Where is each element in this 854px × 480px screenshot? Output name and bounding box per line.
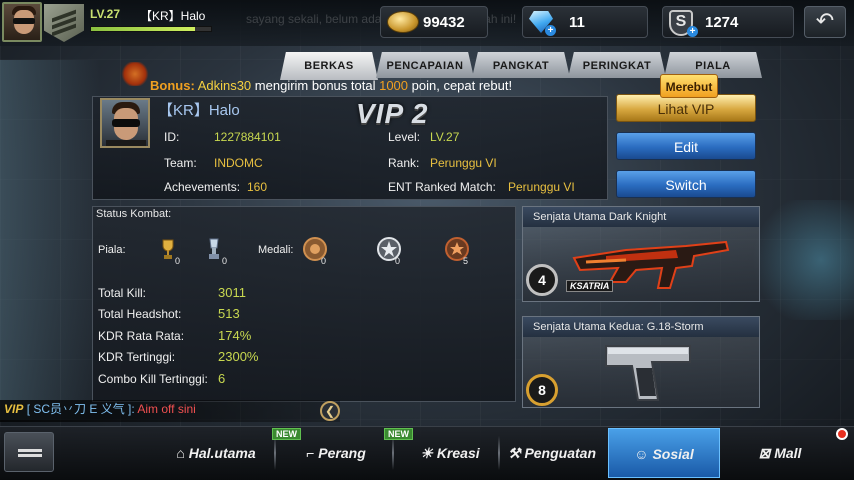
chat-bar[interactable]: VIP [ SC员丷刀 E 义气 ]: Aim off sini [0,400,340,422]
vip-level: VIP 2 [356,98,429,129]
people-icon: ☺ [634,446,649,462]
nav-social[interactable]: ☺ Sosial [608,428,720,478]
team-value: INDOMC [214,156,263,170]
player-avatar[interactable] [2,2,42,42]
medal-count-3: 5 [463,256,469,266]
tab-berkas[interactable]: BERKAS [280,52,378,80]
new-badge-create: NEW [384,428,413,440]
diamond-currency[interactable]: + 11 [522,6,648,38]
background-light-left [0,60,100,420]
tab-pangkat[interactable]: PANGKAT [472,52,570,78]
notification-dot [836,428,848,440]
id-label: ID: [164,130,180,144]
team-label: Team: [164,156,197,170]
chat-channel: [ SC员丷刀 E 义气 ]: [26,402,135,416]
secondary-weapon-title: Senjata Utama Kedua: G.18-Storm [523,317,759,337]
combat-stats-title: Status Kombat: [96,208,172,220]
combo-kill-value: 6 [218,371,226,386]
back-arrow-icon: ↶ [815,8,835,33]
trophy-label: Piala: [98,244,126,256]
kdr-highest-label: KDR Tertinggi: [98,350,176,364]
primary-weapon-badge: 4 [526,264,558,296]
menu-button[interactable] [4,432,54,472]
cart-icon: ⊠ [758,445,771,461]
ksatria-tag: KSATRIA [566,280,614,292]
gold-currency[interactable]: 99432 [380,6,488,38]
menu-icon [18,449,42,457]
achievements-value: 160 [247,180,268,194]
pistol-icon: ⌐ [306,445,315,461]
nav-divider [274,436,276,470]
silver-trophy-icon[interactable] [206,238,222,260]
home-icon: ⌂ [176,445,185,461]
s-points-amount: 1274 [705,14,739,31]
background-light-right [744,200,854,320]
nav-mall[interactable]: ⊠ Mall [724,428,836,478]
total-headshot-label: Total Headshot: [98,307,182,321]
level-label: Level: [388,130,421,144]
chat-collapse-icon[interactable]: ❮ [320,401,340,421]
player-name: 【KR】Halo [140,9,206,23]
ent-ranked-value: Perunggu VI [508,180,575,194]
id-value: 1227884101 [214,130,281,144]
secondary-weapon-badge: 8 [526,374,558,406]
new-badge-war: NEW [272,428,301,440]
edit-button[interactable]: Edit [616,132,756,160]
g18-pistol-icon [605,345,691,401]
add-s-points-icon[interactable]: + [687,26,698,37]
profile-name: 【KR】Halo [158,102,240,119]
total-kill-value: 3011 [218,285,246,300]
kdr-highest-value: 2300% [218,349,259,364]
grab-bonus-button[interactable]: Merebut [660,74,718,98]
gold-trophy-count: 0 [175,256,181,266]
kdr-average-label: KDR Rata Rata: [98,329,185,343]
diamond-amount: 11 [569,14,585,31]
nav-home[interactable]: ⌂ Hal.utama [160,428,272,478]
ent-ranked-label: ENT Ranked Match: [388,180,496,194]
gold-coin-icon [387,11,419,33]
medal-count-1: 0 [321,256,327,266]
chat-vip-tag: VIP [4,402,24,416]
chat-message: Aim off sini [137,402,196,416]
switch-button[interactable]: Switch [616,170,756,198]
level-value: LV.27 [430,130,460,144]
silver-trophy-count: 0 [222,256,228,266]
rank-label: Rank: [388,156,420,170]
achievements-label: Achevements: [164,180,241,194]
rank-value: Perunggu VI [430,156,497,170]
profile-portrait[interactable] [100,98,150,148]
player-level: LV.27 [90,7,121,21]
tab-peringkat[interactable]: PERINGKAT [568,52,666,78]
medal-count-2: 0 [395,256,401,266]
add-diamond-icon[interactable]: + [545,25,556,36]
fire-icon [120,62,150,86]
gold-trophy-icon[interactable] [160,238,176,260]
nav-upgrade[interactable]: ⚒ Penguatan [496,428,608,478]
gold-amount: 99432 [423,14,465,31]
hammer-icon: ⚒ [507,445,521,461]
back-button[interactable]: ↶ [804,6,846,38]
s-points-currency[interactable]: S + 1274 [662,6,794,38]
medal-label: Medali: [258,244,294,256]
combo-kill-label: Combo Kill Tertinggi: [98,372,208,386]
primary-weapon-title: Senjata Utama Dark Knight [523,207,759,227]
kdr-average-value: 174% [218,328,252,343]
total-headshot-value: 513 [218,306,240,321]
total-kill-label: Total Kill: [98,286,147,300]
tab-pencapaian[interactable]: PENCAPAIAN [376,52,474,78]
bulb-icon: ☀ [420,445,433,461]
bonus-banner: Bonus: Adkins30 mengirim bonus total 100… [150,78,513,93]
xp-bar [90,26,212,32]
